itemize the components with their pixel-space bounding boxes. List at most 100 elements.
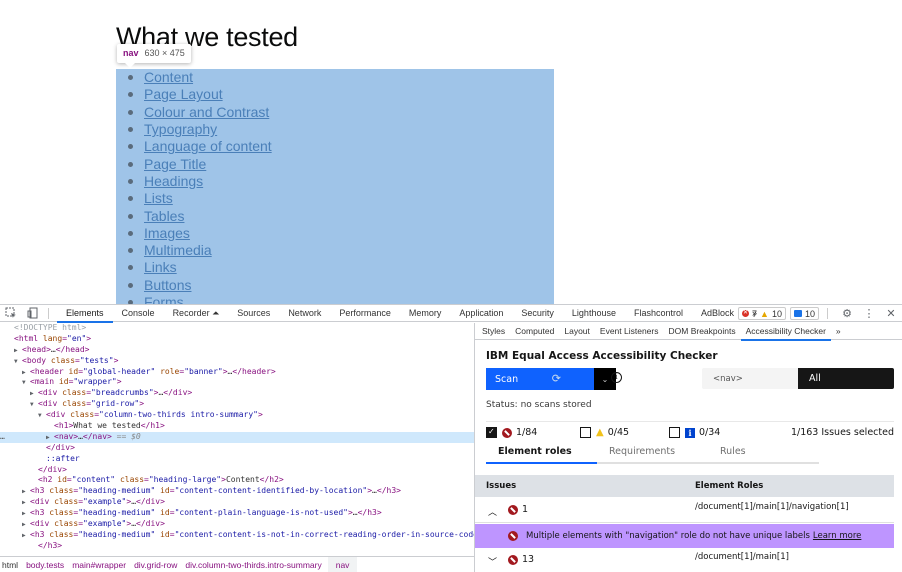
devtools-tab[interactable]: Flashcontrol: [625, 305, 692, 322]
devtools-tab[interactable]: AdBlock: [692, 305, 743, 322]
dom-node[interactable]: </h3>: [0, 541, 474, 552]
devtools-tab[interactable]: Recorder ⏶: [164, 305, 229, 322]
messages-counter[interactable]: 10: [789, 307, 819, 320]
learn-more-link[interactable]: Learn more: [813, 531, 861, 541]
filter-needs-review[interactable]: ▲ 0/45: [580, 427, 669, 438]
node-actions-icon[interactable]: …: [0, 432, 5, 443]
sidebar-tab[interactable]: »: [831, 323, 846, 340]
devtools-tab[interactable]: Security: [512, 305, 563, 322]
nav-link[interactable]: Page Layout: [144, 86, 223, 103]
nav-link[interactable]: Tables: [144, 208, 184, 225]
issue-detail-row[interactable]: Multiple elements with "navigation" role…: [475, 524, 894, 548]
devtools-tab[interactable]: Console: [113, 305, 164, 322]
dom-node[interactable]: </div>: [0, 465, 474, 476]
breadcrumb-item[interactable]: body.tests: [24, 557, 70, 572]
more-options-icon[interactable]: ⋮: [858, 305, 880, 322]
chevron-down-icon[interactable]: ﹀: [488, 555, 497, 568]
filter-recommendations[interactable]: i 0/34: [669, 427, 720, 438]
recommendations-checkbox[interactable]: [669, 427, 680, 438]
issue-group-row[interactable]: ︿ 1 /document[1]/main[1]/navigation[1]: [475, 499, 894, 523]
devtools-tab[interactable]: Sources: [228, 305, 279, 322]
issue-group-row[interactable]: ﹀ 13 /document[1]/main[1]: [475, 549, 894, 572]
filter-violations[interactable]: 1/84: [486, 427, 580, 438]
violations-count: 1/84: [516, 427, 538, 438]
nav-link[interactable]: Forms: [144, 294, 184, 304]
dom-node[interactable]: ::after: [0, 454, 474, 465]
dom-node[interactable]: <h2 id="content" class="heading-large">C…: [0, 475, 474, 486]
dom-node[interactable]: ▶ <h3 class="heading-medium" id="content-…: [0, 508, 474, 519]
issues-column-header: Issues: [486, 481, 517, 491]
violations-checkbox[interactable]: [486, 427, 497, 438]
dom-node-selected[interactable]: … ▶ <nav>…</nav> == $0: [0, 431, 474, 443]
device-toggle-icon[interactable]: [22, 305, 44, 322]
dom-node[interactable]: <!DOCTYPE html>: [0, 323, 474, 334]
scan-label: Scan: [495, 373, 519, 385]
nav-link-list: Content Page Layout Colour and Contrast Typ…: [128, 69, 272, 304]
dom-node[interactable]: ▶ <h3 class="heading-medium" id="content-…: [0, 486, 474, 497]
chevron-up-icon[interactable]: ︿: [488, 505, 497, 518]
sidebar-tab[interactable]: Event Listeners: [595, 323, 664, 340]
tab-requirements[interactable]: Requirements: [597, 444, 708, 464]
breadcrumb-item[interactable]: div.grid-row: [132, 557, 183, 572]
dom-node[interactable]: </div>: [0, 443, 474, 454]
dom-node[interactable]: ▶ <div class="example">…</div>: [0, 497, 474, 508]
nav-link[interactable]: Colour and Contrast: [144, 104, 269, 121]
breadcrumb-item[interactable]: nav: [327, 557, 358, 572]
info-icon[interactable]: i: [611, 372, 622, 383]
nav-list-item: Language of content: [128, 138, 272, 155]
focus-selected-element[interactable]: <nav>: [702, 368, 798, 389]
settings-gear-icon[interactable]: ⚙: [836, 305, 858, 322]
element-role-path: /document[1]/main[1]/navigation[1]: [695, 502, 849, 512]
inspect-element-icon[interactable]: [0, 305, 22, 322]
sidebar-tab[interactable]: Accessibility Checker: [740, 323, 832, 341]
issues-counter[interactable]: ✕ 7 ▲ 10: [738, 307, 786, 320]
recommendations-count: 0/34: [699, 427, 721, 438]
nav-link[interactable]: Page Title: [144, 156, 206, 173]
devtools-tab[interactable]: Memory: [400, 305, 451, 322]
toolbar-divider: [48, 307, 49, 319]
nav-link[interactable]: Lists: [144, 190, 173, 207]
dom-node[interactable]: <html lang="en">: [0, 334, 474, 345]
devtools-tab[interactable]: Elements: [57, 305, 113, 323]
sidebar-tab[interactable]: Layout: [559, 323, 595, 340]
nav-link[interactable]: Headings: [144, 173, 203, 190]
dom-node[interactable]: ▶ <head>…</head>: [0, 345, 474, 356]
devtools-tab[interactable]: Application: [450, 305, 512, 322]
nav-link[interactable]: Content: [144, 69, 193, 86]
sidebar-tab[interactable]: DOM Breakpoints: [664, 323, 741, 340]
tab-element-roles[interactable]: Element roles: [486, 444, 597, 464]
dom-node[interactable]: ▶ <div class="breadcrumbs">…</div>: [0, 388, 474, 399]
needs-review-icon: ▲: [596, 427, 604, 438]
breadcrumb-item[interactable]: main#wrapper: [70, 557, 132, 572]
dom-node[interactable]: ▶ <div class="example">…</div>: [0, 519, 474, 530]
dom-node[interactable]: ▶ <h3 class="heading-medium" id="content-…: [0, 530, 474, 541]
nav-link[interactable]: Links: [144, 259, 177, 276]
dom-node[interactable]: ▼ <main id="wrapper">: [0, 377, 474, 388]
dom-node[interactable]: ▼ <div class="column-two-thirds intro-sum…: [0, 410, 474, 421]
bullet-icon: [128, 144, 133, 150]
breadcrumb-item[interactable]: html: [0, 557, 24, 572]
nav-link[interactable]: Language of content: [144, 138, 272, 155]
dom-node[interactable]: <h1>What we tested</h1>: [0, 421, 474, 432]
nav-list-item: Multimedia: [128, 242, 272, 259]
nav-link[interactable]: Typography: [144, 121, 217, 138]
nav-link[interactable]: Buttons: [144, 277, 191, 294]
devtools-tab[interactable]: Network: [279, 305, 330, 322]
dom-node[interactable]: ▼ <div class="grid-row">: [0, 399, 474, 410]
sidebar-tab[interactable]: Styles: [477, 323, 510, 340]
devtools-tab[interactable]: Performance: [330, 305, 400, 322]
nav-list-item: Colour and Contrast: [128, 104, 272, 121]
tab-rules[interactable]: Rules: [708, 444, 819, 464]
nav-link[interactable]: Multimedia: [144, 242, 212, 259]
scan-button[interactable]: Scan ⟳ ⌄: [486, 368, 616, 390]
focus-all[interactable]: All: [798, 368, 894, 389]
devtools-tab[interactable]: Lighthouse: [563, 305, 625, 322]
bullet-icon: [128, 127, 133, 133]
close-devtools-icon[interactable]: ✕: [880, 305, 902, 322]
dom-node[interactable]: ▼ <body class="tests">: [0, 356, 474, 367]
nav-link[interactable]: Images: [144, 225, 190, 242]
dom-node[interactable]: ▶ <header id="global-header" role="banner…: [0, 367, 474, 378]
breadcrumb-item[interactable]: div.column-two-thirds.intro-summary: [183, 557, 327, 572]
sidebar-tab[interactable]: Computed: [510, 323, 559, 340]
needs-review-checkbox[interactable]: [580, 427, 591, 438]
